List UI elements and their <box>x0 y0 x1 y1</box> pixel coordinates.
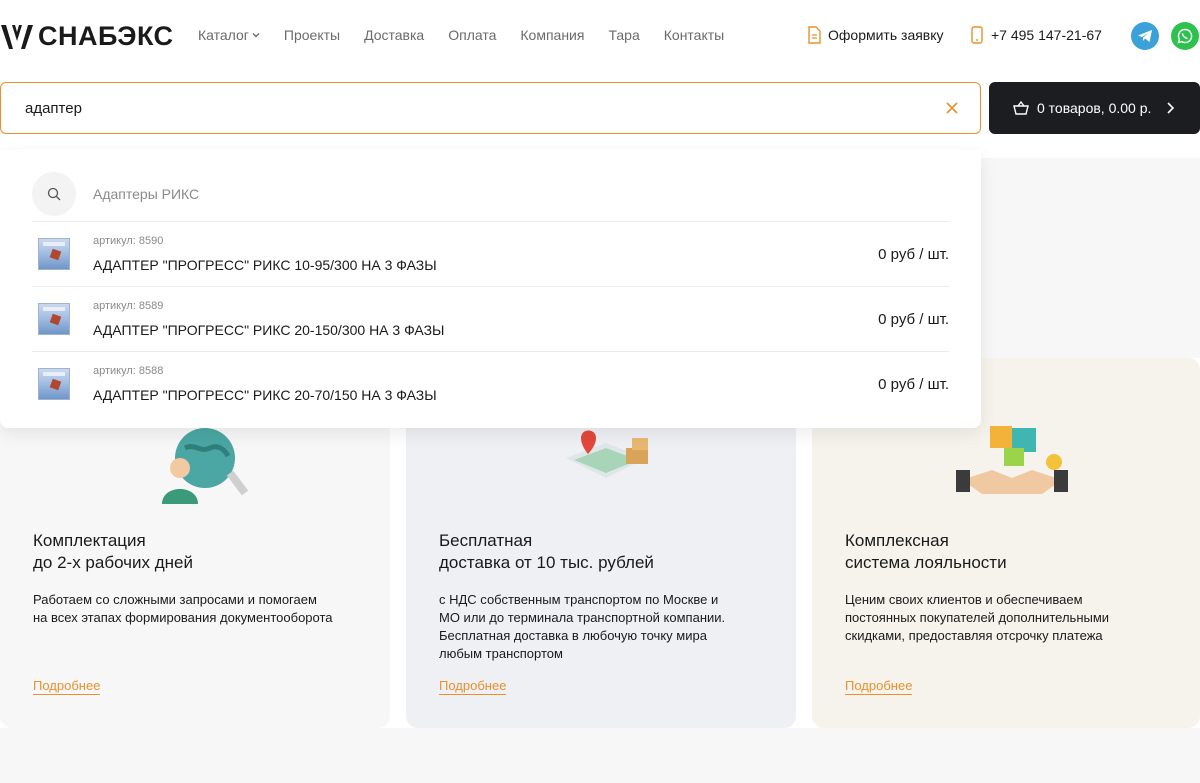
background-band <box>0 728 1200 783</box>
document-icon <box>808 26 821 44</box>
card-title: Комплексная система лояльности <box>845 531 1007 572</box>
nav-item-company[interactable]: Компания <box>520 27 584 43</box>
result-sku: артикул: 8590 <box>93 235 164 247</box>
phone-number: +7 495 147-21-67 <box>991 27 1102 43</box>
product-thumbnail <box>38 303 70 335</box>
delivery-map-icon <box>566 430 648 478</box>
result-name: АДАПТЕР "ПРОГРЕСС" РИКС 10-95/300 НА 3 Ф… <box>93 257 437 273</box>
cart-button[interactable]: 0 товаров, 0.00 р. <box>989 82 1200 134</box>
whatsapp-button[interactable] <box>1171 22 1199 50</box>
nav-item-catalog[interactable]: Каталог <box>198 27 260 43</box>
logo[interactable]: СНАБЭКС <box>0 20 174 52</box>
nav-item-label: Контакты <box>663 27 725 43</box>
result-sku: артикул: 8588 <box>93 365 164 377</box>
nav-item-contacts[interactable]: Контакты <box>664 27 724 43</box>
brand-name: СНАБЭКС <box>38 20 174 51</box>
more-link[interactable]: Подробнее <box>33 678 101 695</box>
product-thumbnail <box>38 368 70 400</box>
request-label: Оформить заявку <box>828 27 944 43</box>
result-name: АДАПТЕР "ПРОГРЕСС" РИКС 20-150/300 НА 3 … <box>93 322 445 338</box>
result-sku: артикул: 8589 <box>93 300 164 312</box>
product-thumbnail <box>38 238 70 270</box>
card-title: Бесплатная доставка от 10 тыс. рублей <box>439 531 654 572</box>
nav-item-tara[interactable]: Тара <box>608 27 639 43</box>
suggestion-text: Адаптеры РИКС <box>93 185 200 202</box>
main-nav: Каталог Проекты Доставка Оплата Компания… <box>198 27 748 43</box>
search-suggestion[interactable]: Адаптеры РИКС <box>32 166 949 222</box>
nav-item-label: Тара <box>608 27 640 43</box>
phone-link[interactable]: +7 495 147-21-67 <box>969 26 1102 44</box>
site-header: СНАБЭКС Каталог Проекты Доставка Оплата … <box>0 0 1200 72</box>
telegram-button[interactable] <box>1131 22 1159 50</box>
search-icon <box>47 187 61 200</box>
nav-item-label: Оплата <box>448 27 497 43</box>
close-icon[interactable] <box>944 100 960 116</box>
more-link[interactable]: Подробнее <box>845 678 913 695</box>
result-price: 0 руб / шт. <box>878 246 949 263</box>
whatsapp-icon <box>1177 28 1193 44</box>
background-panel <box>981 158 1200 358</box>
card-text: Ценим своих клиентов и обеспечиваем пост… <box>845 592 1110 643</box>
nav-item-payment[interactable]: Оплата <box>448 27 496 43</box>
nav-item-label: Каталог <box>198 27 249 43</box>
search-dropdown: Адаптеры РИКС артикул: 8590 АДАПТЕР "ПРО… <box>0 150 981 428</box>
nav-item-label: Проекты <box>283 27 341 43</box>
more-link[interactable]: Подробнее <box>439 678 507 695</box>
card-text: Работаем со сложными запросами и помогае… <box>33 592 333 625</box>
nav-item-delivery[interactable]: Доставка <box>364 27 424 43</box>
chevron-down-icon <box>252 33 260 38</box>
search-input[interactable] <box>25 83 905 133</box>
search-result[interactable]: артикул: 8588 АДАПТЕР "ПРОГРЕСС" РИКС 20… <box>32 352 949 417</box>
search-bar <box>0 82 981 134</box>
phone-icon <box>971 26 983 44</box>
chevron-right-icon <box>1167 102 1175 114</box>
search-result[interactable]: артикул: 8590 АДАПТЕР "ПРОГРЕСС" РИКС 10… <box>32 222 949 287</box>
basket-icon <box>1013 100 1029 115</box>
request-link[interactable]: Оформить заявку <box>806 26 944 44</box>
handshake-puzzle-icon <box>956 426 1068 494</box>
result-name: АДАПТЕР "ПРОГРЕСС" РИКС 20-70/150 НА 3 Ф… <box>93 387 437 403</box>
nav-item-label: Компания <box>520 27 585 43</box>
search-icon-wrapper <box>32 171 76 216</box>
globe-support-icon <box>162 428 249 504</box>
telegram-icon <box>1138 30 1152 42</box>
cart-summary: 0 товаров, 0.00 р. <box>1037 100 1152 116</box>
nav-item-projects[interactable]: Проекты <box>284 27 340 43</box>
nav-item-label: Доставка <box>364 27 425 43</box>
logo-mark-icon <box>1 25 33 49</box>
result-price: 0 руб / шт. <box>878 376 949 393</box>
card-text: с НДС собственным транспортом по Москве … <box>439 592 726 661</box>
search-result[interactable]: артикул: 8589 АДАПТЕР "ПРОГРЕСС" РИКС 20… <box>32 287 949 352</box>
card-title: Комплектация до 2-х рабочих дней <box>33 531 193 572</box>
result-price: 0 руб / шт. <box>878 311 949 328</box>
